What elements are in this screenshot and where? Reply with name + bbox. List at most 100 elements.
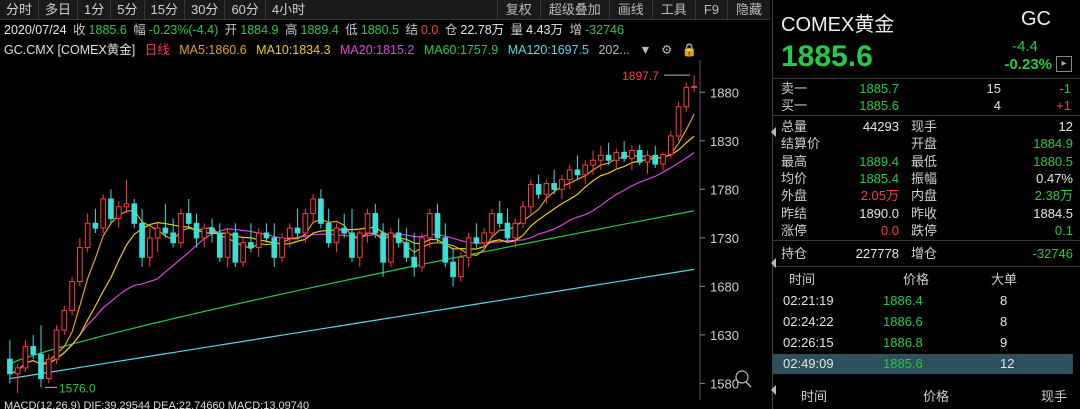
- candle-bear: [7, 358, 13, 375]
- tick-row[interactable]: 02:24:22 1886.6 8: [773, 312, 1073, 332]
- ma20-legend: MA20:1815.2: [340, 43, 415, 57]
- candle-bull: [691, 85, 697, 88]
- ticks-header-price: 价格: [903, 272, 930, 287]
- oi-value: 227778: [855, 246, 899, 261]
- stat-value: 0.1: [1054, 222, 1073, 238]
- stat-value: 1880.5: [1033, 153, 1073, 169]
- candle-bull: [69, 281, 75, 312]
- candlestick-chart[interactable]: 1880 1830 1780 1730 1680 1630 1580 1897.7 1576.0: [0, 60, 770, 400]
- candle-bull: [458, 256, 464, 278]
- stat-value: 1884.5: [1033, 205, 1073, 221]
- candle-bear: [496, 213, 503, 224]
- candle-bear: [636, 150, 643, 163]
- stats-row: 外盘 2.05万 内盘 2.38万: [773, 187, 1080, 204]
- y-tick-label: 1880: [710, 85, 739, 100]
- increase-label: 增: [569, 23, 582, 37]
- candle-bear: [209, 227, 215, 234]
- low-value: 1880.5: [360, 23, 399, 37]
- collapse-arrow-icon[interactable]: [771, 258, 776, 268]
- candle-bull: [286, 227, 293, 239]
- instrument-header: COMEX黄金 GC: [781, 6, 1073, 36]
- tick-row-selected[interactable]: 02:49:09 1885.6 12: [773, 354, 1073, 374]
- ticks-footer-hand: 现手: [1041, 389, 1068, 404]
- tick-volume: 9: [1000, 335, 1008, 350]
- tick-row[interactable]: 02:21:19 1886.4 8: [773, 291, 1073, 311]
- candle-bear: [535, 183, 542, 195]
- candle-bear: [318, 198, 324, 224]
- candle-bear: [108, 198, 114, 219]
- instrument-name: COMEX黄金: [781, 14, 895, 36]
- ma20-line: [9, 152, 695, 375]
- tab-60min[interactable]: 60分: [225, 0, 266, 20]
- candle-bull: [660, 153, 666, 165]
- candle-bear: [92, 222, 99, 229]
- ask-label: 卖一: [781, 81, 808, 96]
- expand-icon[interactable]: ▸: [1056, 56, 1072, 72]
- period-toolbar: 分时 多日 1分 5分 15分 30分 60分 4小时 复权 超级叠加 画线 工…: [0, 0, 770, 20]
- stats-row: 涨停 0.0 跌停 0.1: [773, 222, 1080, 239]
- candle-bull: [147, 237, 153, 258]
- adjust-button[interactable]: 复权: [496, 0, 540, 20]
- ma-more-label: 202...: [598, 43, 630, 57]
- y-tick-label: 1830: [710, 134, 739, 149]
- zoom-icon-handle[interactable]: [745, 381, 752, 388]
- tab-4hour[interactable]: 4小时: [266, 0, 311, 20]
- collapse-arrow-icon[interactable]: [771, 385, 776, 395]
- candle-bull: [14, 367, 21, 375]
- divider: [773, 78, 1080, 79]
- tab-30min[interactable]: 30分: [185, 0, 226, 20]
- tick-volume: 8: [1000, 293, 1008, 308]
- divider: [773, 115, 1080, 116]
- candle-bear: [372, 213, 379, 234]
- ma-legend: GC.CMX [COMEX黄金] 日线 MA5:1860.6 MA10:1834…: [0, 40, 770, 60]
- tab-multiday[interactable]: 多日: [39, 0, 79, 20]
- tick-time: 02:49:09: [783, 356, 834, 371]
- tab-5min[interactable]: 5分: [111, 0, 145, 20]
- bid-price: 1885.6: [859, 98, 899, 113]
- tab-intraday[interactable]: 分时: [0, 0, 40, 20]
- open-label: 开: [224, 23, 238, 37]
- bid-label: 买一: [781, 98, 808, 113]
- candle-bull: [84, 222, 91, 249]
- f9-button[interactable]: F9: [694, 0, 727, 20]
- stat-label: 总量: [781, 119, 808, 134]
- overlay-button[interactable]: 超级叠加: [539, 0, 609, 20]
- candle-bull: [388, 232, 394, 263]
- tab-1min[interactable]: 1分: [78, 0, 112, 20]
- ma120-line: [9, 268, 695, 380]
- candle-bull: [613, 151, 620, 161]
- range-label: 幅: [133, 23, 146, 37]
- candle-bull: [364, 213, 371, 234]
- hide-button[interactable]: 隐藏: [726, 0, 770, 20]
- tick-row[interactable]: 02:26:15 1886.8 9: [773, 333, 1073, 353]
- tab-15min[interactable]: 15分: [145, 0, 185, 20]
- candle-bull: [115, 206, 122, 219]
- change-absolute: -4.4: [1012, 38, 1038, 55]
- settings-gear-icon[interactable]: ⚙: [661, 43, 672, 57]
- close-label: 收: [73, 23, 86, 37]
- candle-bear: [652, 154, 659, 165]
- candle-bear: [403, 242, 410, 258]
- tick-volume: 8: [1000, 314, 1008, 329]
- candle-bull: [45, 358, 52, 380]
- candle-bear: [131, 203, 138, 224]
- draw-line-button[interactable]: 画线: [608, 0, 652, 20]
- tick-time: 02:26:15: [783, 335, 834, 350]
- candle-bear: [551, 183, 557, 190]
- candle-bear: [263, 232, 270, 239]
- stat-label: 昨收: [911, 205, 938, 221]
- stat-value: 44293: [862, 119, 899, 134]
- y-tick-label: 1780: [710, 182, 739, 197]
- candle-bull: [333, 227, 340, 244]
- lock-icon[interactable]: 🔒: [682, 43, 698, 57]
- stat-label: 现手: [911, 119, 938, 134]
- tools-button[interactable]: 工具: [651, 0, 695, 20]
- settle-label: 结: [405, 23, 418, 37]
- quote-date: 2020/07/24: [4, 23, 67, 37]
- tick-time: 02:21:19: [783, 293, 834, 308]
- ma5-legend: MA5:1860.6: [179, 43, 247, 57]
- candle-bull: [512, 222, 519, 239]
- dropdown-triangle-icon[interactable]: ▼: [639, 43, 651, 57]
- candle-bull: [61, 310, 68, 331]
- bid-change: +1: [1056, 98, 1071, 113]
